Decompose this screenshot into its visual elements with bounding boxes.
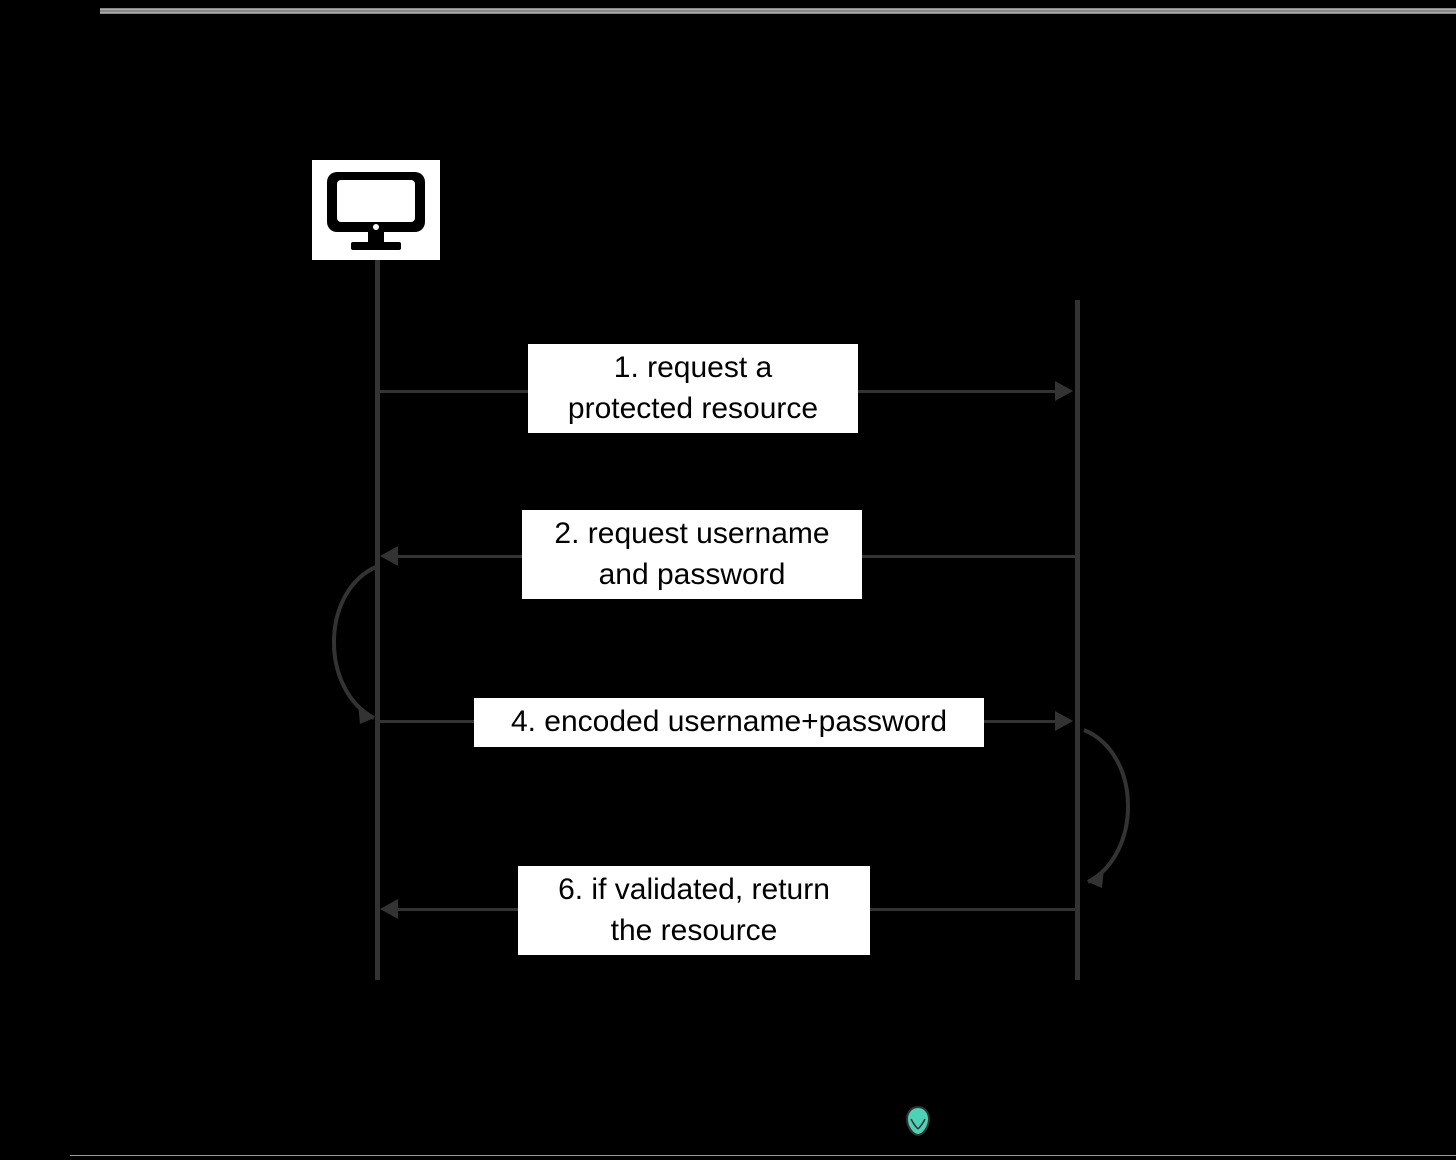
sequence-diagram: 1. request a protected resource 2. reque…: [0, 0, 1456, 1160]
message-4-arrow: [1055, 711, 1073, 731]
message-1-arrow: [1055, 381, 1073, 401]
server-self-loop: [1074, 724, 1154, 904]
client-self-loop: [310, 560, 390, 740]
monitor-icon: [321, 168, 431, 252]
message-1-label: 1. request a protected resource: [528, 344, 858, 433]
message-6-arrow: [380, 899, 398, 919]
page-bottom-border: [70, 1155, 1456, 1156]
yuml-watermark-icon: [900, 1104, 936, 1140]
message-2-label: 2. request username and password: [522, 510, 862, 599]
client-participant: [312, 160, 440, 260]
page-top-border: [100, 8, 1456, 14]
message-6-label: 6. if validated, return the resource: [518, 866, 870, 955]
message-4-label: 4. encoded username+password: [474, 698, 984, 747]
